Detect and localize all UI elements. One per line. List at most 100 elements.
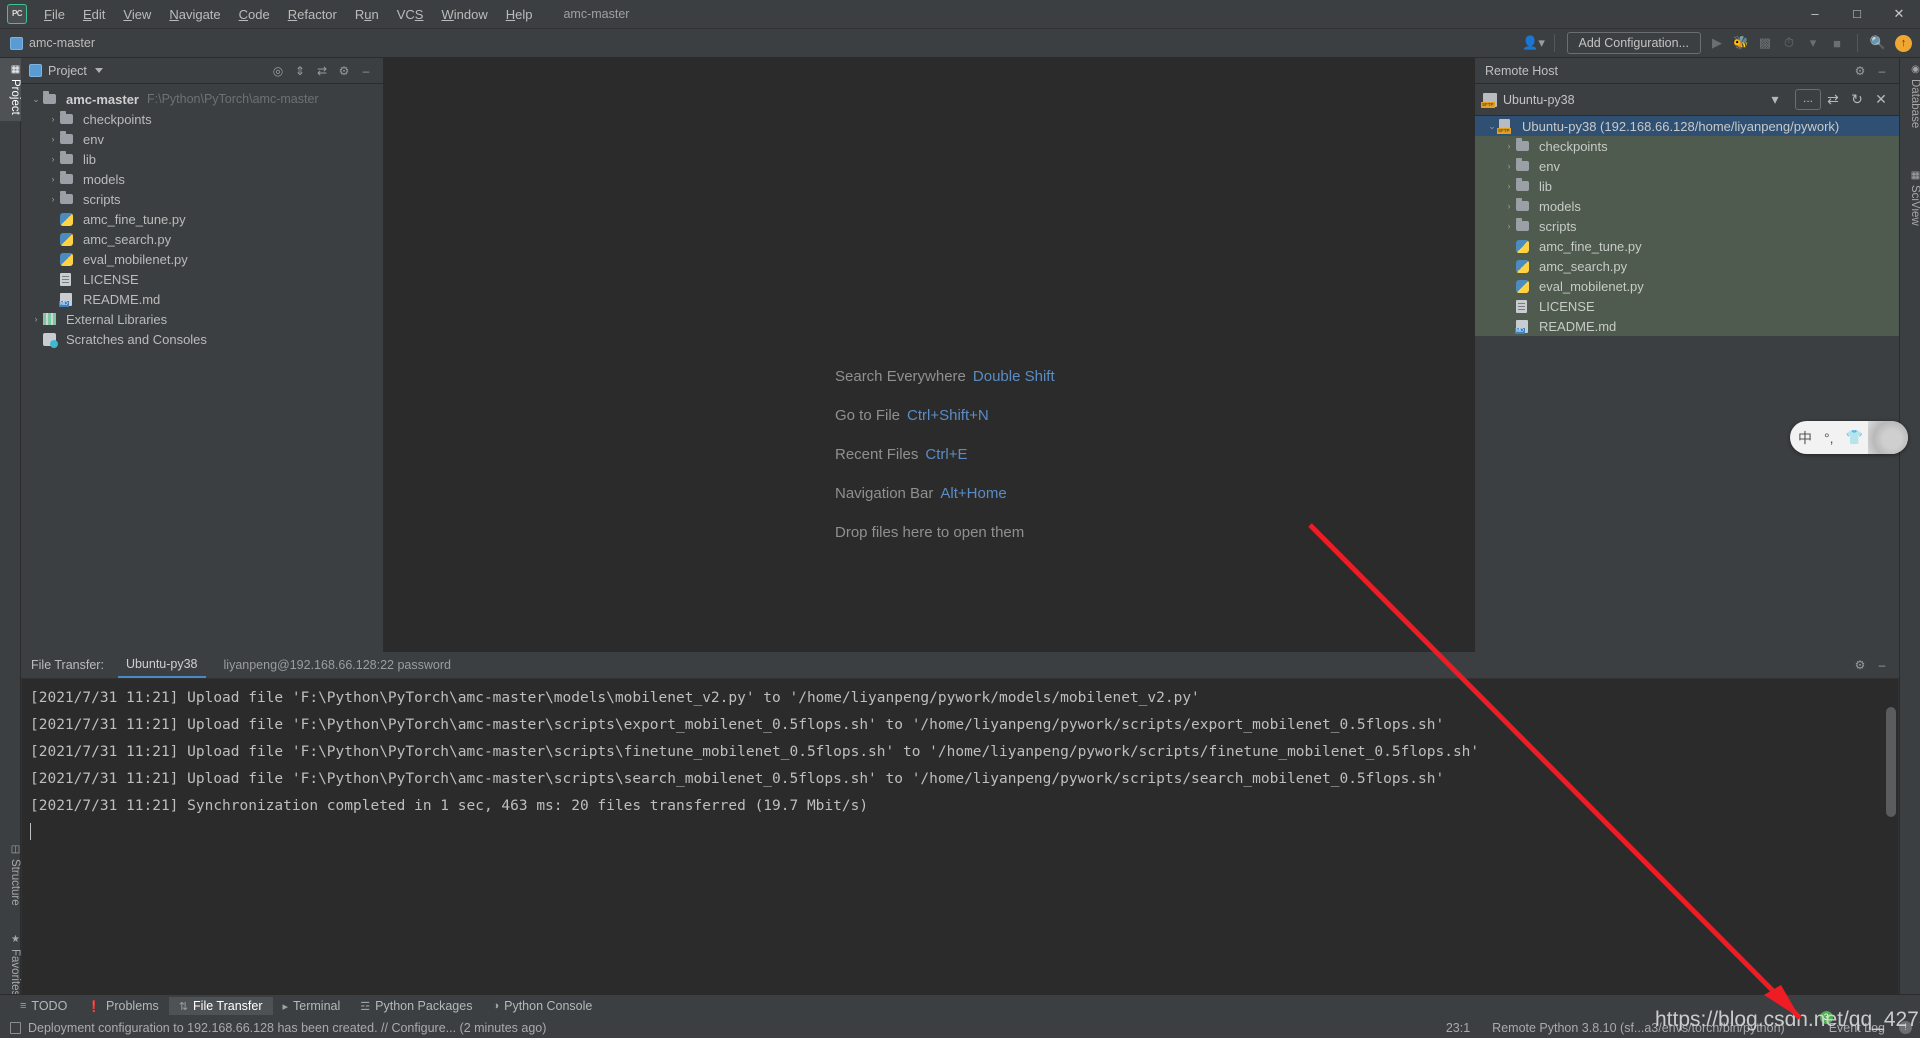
- bottom-tab-terminal[interactable]: ▸Terminal: [273, 997, 351, 1015]
- bottom-tab-python-packages[interactable]: ☲Python Packages: [350, 997, 482, 1015]
- chevron-right-icon[interactable]: ›: [1502, 321, 1516, 331]
- chevron-right-icon[interactable]: ›: [1502, 201, 1516, 211]
- menu-view[interactable]: View: [114, 3, 160, 26]
- tree-row[interactable]: ›README.md: [21, 289, 383, 309]
- tree-row[interactable]: ›eval_mobilenet.py: [21, 249, 383, 269]
- menu-navigate[interactable]: Navigate: [160, 3, 229, 26]
- menu-vcs[interactable]: VCS: [388, 3, 433, 26]
- close-button[interactable]: ✕: [1878, 0, 1920, 28]
- chevron-right-icon[interactable]: ›: [46, 194, 60, 204]
- gear-icon[interactable]: ⚙: [1849, 60, 1871, 82]
- remote-tree-row[interactable]: ›eval_mobilenet.py: [1475, 276, 1899, 296]
- add-configuration-button[interactable]: Add Configuration...: [1567, 32, 1702, 54]
- gear-icon[interactable]: ⚙: [1849, 654, 1871, 676]
- tree-row[interactable]: ›checkpoints: [21, 109, 383, 129]
- chevron-right-icon[interactable]: ›: [1502, 241, 1516, 251]
- search-icon[interactable]: 🔍: [1866, 32, 1890, 54]
- tree-row[interactable]: ⌄amc-masterF:\Python\PyTorch\amc-master: [21, 89, 383, 109]
- profile-icon[interactable]: ⏱: [1777, 32, 1801, 54]
- tree-row[interactable]: ›scripts: [21, 189, 383, 209]
- ime-avatar[interactable]: [1868, 421, 1908, 454]
- tree-row[interactable]: ›models: [21, 169, 383, 189]
- run-coverage-icon[interactable]: ▩: [1753, 32, 1777, 54]
- chevron-right-icon[interactable]: ›: [1502, 161, 1516, 171]
- remote-tree-row[interactable]: ›lib: [1475, 176, 1899, 196]
- bottom-tab-todo[interactable]: ≡TODO: [10, 997, 77, 1015]
- chevron-right-icon[interactable]: ›: [46, 134, 60, 144]
- chevron-right-icon[interactable]: ›: [1502, 221, 1516, 231]
- gear-icon[interactable]: ⚙: [333, 60, 355, 82]
- remote-tree-row[interactable]: ›amc_search.py: [1475, 256, 1899, 276]
- tab-ubuntu-py38[interactable]: Ubuntu-py38: [118, 653, 206, 678]
- chevron-down-icon[interactable]: ▾: [1763, 89, 1787, 111]
- tree-row[interactable]: ›lib: [21, 149, 383, 169]
- hide-icon[interactable]: –: [1871, 60, 1893, 82]
- sidebar-item-database[interactable]: ◉Database: [1900, 58, 1920, 134]
- stop-icon[interactable]: ■: [1825, 32, 1849, 54]
- hide-icon[interactable]: –: [1871, 654, 1893, 676]
- sidebar-item-sciview[interactable]: ▦SciView: [1900, 164, 1920, 232]
- chevron-right-icon[interactable]: ›: [46, 234, 60, 244]
- tree-row[interactable]: ›External Libraries: [21, 309, 383, 329]
- chevron-right-icon[interactable]: ›: [1502, 181, 1516, 191]
- run-icon[interactable]: ▶: [1705, 32, 1729, 54]
- chevron-right-icon[interactable]: ›: [46, 254, 60, 264]
- hide-icon[interactable]: –: [355, 60, 377, 82]
- maximize-button[interactable]: □: [1836, 0, 1878, 28]
- chevron-right-icon[interactable]: ›: [1502, 281, 1516, 291]
- status-message[interactable]: Deployment configuration to 192.168.66.1…: [28, 1021, 546, 1035]
- remote-tree-row[interactable]: ›env: [1475, 156, 1899, 176]
- locate-icon[interactable]: ◎: [267, 60, 289, 82]
- menu-help[interactable]: Help: [497, 3, 542, 26]
- chevron-right-icon[interactable]: ›: [46, 274, 60, 284]
- bottom-tab-python-console[interactable]: ◑Python Console: [482, 997, 602, 1015]
- sidebar-item-project[interactable]: ▦Project: [0, 58, 21, 121]
- browse-button[interactable]: ...: [1795, 89, 1821, 110]
- tree-row[interactable]: ›LICENSE: [21, 269, 383, 289]
- remote-tree-row[interactable]: ›models: [1475, 196, 1899, 216]
- remote-tree-row[interactable]: ⌄Ubuntu-py38 (192.168.66.128/home/liyanp…: [1475, 116, 1899, 136]
- chevron-right-icon[interactable]: ›: [1502, 261, 1516, 271]
- collapse-all-icon[interactable]: ⇄: [1821, 89, 1845, 111]
- user-dropdown-icon[interactable]: 👤▾: [1522, 32, 1546, 54]
- menu-code[interactable]: Code: [230, 3, 279, 26]
- interpreter-indicator[interactable]: Remote Python 3.8.10 (sf...a3/envs/torch…: [1492, 1021, 1785, 1035]
- tree-row[interactable]: ›amc_search.py: [21, 229, 383, 249]
- sidebar-item-favorites[interactable]: ★Favorites: [0, 928, 21, 1002]
- close-icon[interactable]: ✕: [1869, 89, 1893, 111]
- ime-punctuation-icon[interactable]: °,: [1824, 430, 1834, 446]
- tree-row[interactable]: ›env: [21, 129, 383, 149]
- minimize-button[interactable]: –: [1794, 0, 1836, 28]
- sidebar-item-structure[interactable]: ◫Structure: [0, 838, 21, 912]
- caret-position[interactable]: 23:1: [1446, 1021, 1470, 1035]
- chevron-right-icon[interactable]: ›: [46, 174, 60, 184]
- event-log-button[interactable]: 3 Event Log: [1807, 1021, 1885, 1035]
- bottom-tab-file-transfer[interactable]: ⇅File Transfer: [169, 997, 273, 1015]
- ime-mode-icon[interactable]: 中: [1798, 428, 1812, 448]
- remote-tree-row[interactable]: ›README.md: [1475, 316, 1899, 336]
- debug-icon[interactable]: 🐝: [1729, 32, 1753, 54]
- menu-window[interactable]: Window: [432, 3, 496, 26]
- project-file-tree[interactable]: ⌄amc-masterF:\Python\PyTorch\amc-master›…: [21, 84, 383, 349]
- chevron-right-icon[interactable]: ›: [46, 154, 60, 164]
- tree-row[interactable]: ›amc_fine_tune.py: [21, 209, 383, 229]
- editor-empty-area[interactable]: Search EverywhereDouble ShiftGo to FileC…: [384, 58, 1494, 652]
- ime-skin-icon[interactable]: 👕: [1846, 429, 1863, 446]
- menu-edit[interactable]: Edit: [74, 3, 114, 26]
- chevron-right-icon[interactable]: ›: [46, 114, 60, 124]
- file-transfer-console[interactable]: [2021/7/31 11:21] Upload file 'F:\Python…: [21, 678, 1899, 1002]
- remote-tree-row[interactable]: ›LICENSE: [1475, 296, 1899, 316]
- collapse-all-icon[interactable]: ⇄: [311, 60, 333, 82]
- chevron-right-icon[interactable]: ›: [29, 334, 43, 344]
- remote-tree-row[interactable]: ›scripts: [1475, 216, 1899, 236]
- chevron-right-icon[interactable]: ›: [1502, 301, 1516, 311]
- remote-server-select[interactable]: Ubuntu-py38: [1503, 93, 1575, 107]
- remote-file-tree[interactable]: ⌄Ubuntu-py38 (192.168.66.128/home/liyanp…: [1475, 116, 1899, 336]
- tree-row[interactable]: ›Scratches and Consoles: [21, 329, 383, 349]
- menu-file[interactable]: File: [35, 3, 74, 26]
- menu-refactor[interactable]: Refactor: [279, 3, 346, 26]
- chevron-down-icon[interactable]: ▾: [1801, 32, 1825, 54]
- chevron-right-icon[interactable]: ›: [1502, 141, 1516, 151]
- chevron-down-icon[interactable]: [95, 68, 103, 73]
- chevron-down-icon[interactable]: ⌄: [29, 94, 43, 105]
